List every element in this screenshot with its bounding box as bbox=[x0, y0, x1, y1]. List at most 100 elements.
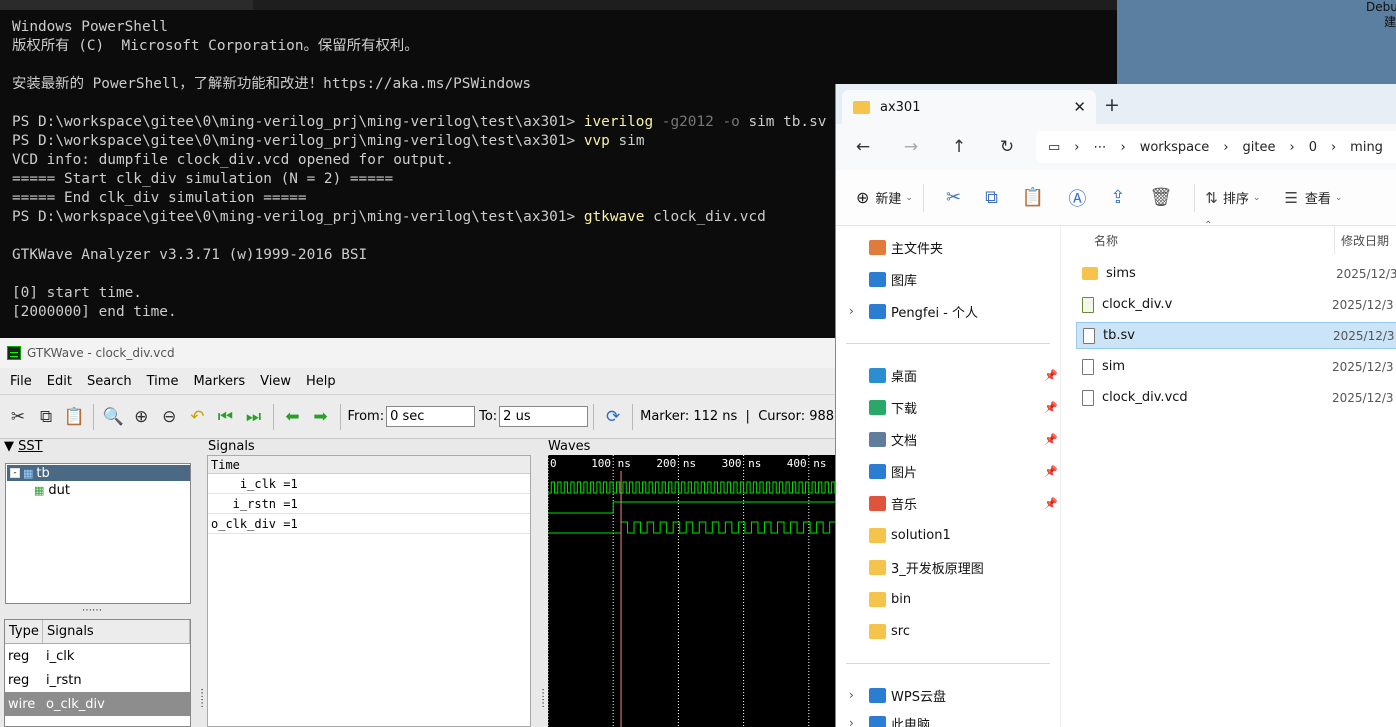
menu-item-markers[interactable]: Markers bbox=[193, 374, 245, 389]
console-prompt: PS D:\workspace\gitee\0\ming-verilog_prj… bbox=[12, 209, 584, 225]
sst-hierarchy-tree[interactable]: - ▦ tb ▦ dut bbox=[5, 463, 191, 604]
back-icon[interactable]: ← bbox=[846, 130, 880, 164]
file-row[interactable]: clock_div.v 2025/12/3 bbox=[1076, 291, 1396, 318]
computer-icon[interactable]: ▭ bbox=[1048, 140, 1060, 155]
menu-item-view[interactable]: View bbox=[260, 374, 291, 389]
signal-type: reg bbox=[8, 672, 30, 688]
to-time-input[interactable] bbox=[499, 406, 589, 427]
pin-icon[interactable]: 📌 bbox=[1044, 433, 1058, 446]
undo-zoom-icon[interactable]: ↶ bbox=[184, 403, 210, 431]
from-time-input[interactable] bbox=[386, 406, 476, 427]
zoom-to-end-icon[interactable]: ⏭ bbox=[240, 403, 266, 431]
chevron-right-icon[interactable]: › bbox=[849, 688, 854, 702]
navigation-pane[interactable]: 主文件夹 图库 › Pengfei - 个人 桌面 📌 下载 📌 文档 📌 图片 📌 音乐 📌 soluti… bbox=[836, 226, 1061, 727]
signal-value-row[interactable]: i_clk =1 bbox=[208, 474, 530, 494]
nav-item[interactable]: 主文件夹 bbox=[836, 231, 1061, 263]
new-button[interactable]: ⊕ 新建 ⌄ bbox=[856, 181, 913, 215]
column-header-type[interactable]: Type bbox=[5, 620, 43, 643]
sst-expander[interactable]: ▼ SST bbox=[4, 439, 43, 454]
cut-icon[interactable]: ✂ bbox=[5, 403, 31, 431]
nav-item[interactable]: 下载 📌 bbox=[836, 391, 1061, 423]
file-row[interactable]: clock_div.vcd 2025/12/3 bbox=[1076, 384, 1396, 411]
find-previous-edge-icon[interactable]: ⬅ bbox=[279, 403, 305, 431]
explorer-tab[interactable]: ax301 ✕ bbox=[842, 90, 1096, 124]
column-header-date[interactable]: 修改日期 bbox=[1341, 232, 1389, 249]
pane-resize-handle[interactable]: ⋯⋯ bbox=[537, 688, 548, 708]
copy-icon[interactable]: ⧉ bbox=[33, 403, 59, 431]
nav-item[interactable]: › Pengfei - 个人 bbox=[836, 295, 1061, 327]
zoom-in-icon[interactable]: ⊕ bbox=[128, 403, 154, 431]
up-icon[interactable]: ↑ bbox=[942, 130, 976, 164]
breadcrumb-item[interactable]: ming bbox=[1350, 140, 1383, 155]
tree-item-tb[interactable]: - ▦ tb bbox=[7, 465, 190, 481]
cut-icon[interactable]: ✂ bbox=[946, 181, 961, 215]
reload-icon[interactable]: ⟳ bbox=[600, 403, 626, 431]
nav-item[interactable]: 音乐 📌 bbox=[836, 487, 1061, 519]
nav-divider bbox=[846, 343, 1050, 344]
menu-item-file[interactable]: File bbox=[10, 374, 32, 389]
breadcrumb[interactable]: ▭ › ⋯ › workspace › gitee › 0 › ming bbox=[1036, 131, 1396, 163]
file-row[interactable]: sims 2025/12/3 bbox=[1076, 260, 1396, 287]
view-button[interactable]: ☰ 查看 ⌄ bbox=[1284, 181, 1342, 215]
nav-item[interactable]: bin bbox=[836, 583, 1061, 615]
breadcrumb-item[interactable]: workspace bbox=[1140, 140, 1210, 155]
tree-item-dut[interactable]: ▦ dut bbox=[34, 482, 70, 498]
nav-item[interactable]: solution1 bbox=[836, 519, 1061, 551]
waves-pane[interactable]: 0 100 ns 200 ns 300 ns 400 ns bbox=[548, 455, 836, 727]
zoom-out-icon[interactable]: ⊖ bbox=[156, 403, 182, 431]
column-header-name[interactable]: 名称 bbox=[1094, 232, 1118, 249]
nav-item[interactable]: 图库 bbox=[836, 263, 1061, 295]
menu-item-help[interactable]: Help bbox=[306, 374, 336, 389]
pane-resize-handle[interactable]: ⋯⋯ bbox=[196, 688, 207, 708]
zoom-fit-icon[interactable]: 🔍 bbox=[100, 403, 126, 431]
rename-icon[interactable]: Ⓐ bbox=[1068, 181, 1086, 215]
pin-icon[interactable]: 📌 bbox=[1044, 497, 1058, 510]
refresh-icon[interactable]: ↻ bbox=[990, 130, 1024, 164]
console-command: iverilog bbox=[583, 114, 654, 130]
column-header-signals[interactable]: Signals bbox=[43, 620, 190, 643]
signal-value-row[interactable]: o_clk_div =1 bbox=[208, 514, 530, 534]
sort-button[interactable]: ⇅ 排序 ⌄ bbox=[1205, 181, 1260, 215]
signals-pane[interactable]: Time i_clk =1 i_rstn =1 o_clk_div =1 bbox=[207, 455, 531, 727]
close-icon[interactable]: ✕ bbox=[1073, 98, 1086, 116]
chevron-right-icon[interactable]: › bbox=[849, 304, 854, 318]
chevron-right-icon[interactable]: › bbox=[849, 716, 854, 727]
nav-item[interactable]: 图片 📌 bbox=[836, 455, 1061, 487]
file-row[interactable]: sim 2025/12/3 bbox=[1076, 353, 1396, 380]
signal-row[interactable]: reg i_clk bbox=[5, 644, 190, 668]
type-signals-list[interactable]: Type Signals reg i_clk reg i_rstn wire o… bbox=[4, 619, 191, 727]
menu-item-search[interactable]: Search bbox=[87, 374, 132, 389]
share-icon[interactable]: ⇪ bbox=[1110, 181, 1125, 215]
signal-row[interactable]: reg i_rstn bbox=[5, 668, 190, 692]
nav-item[interactable]: 文档 📌 bbox=[836, 423, 1061, 455]
nav-item[interactable]: 3_开发板原理图 bbox=[836, 551, 1061, 583]
forward-icon[interactable]: → bbox=[894, 130, 928, 164]
paste-icon[interactable]: 📋 bbox=[61, 403, 87, 431]
pin-icon[interactable]: 📌 bbox=[1044, 369, 1058, 382]
file-row-selected[interactable]: tb.sv 2025/12/3 bbox=[1076, 322, 1396, 349]
menu-item-time[interactable]: Time bbox=[147, 374, 179, 389]
pane-resize-handle[interactable]: ⋯⋯ bbox=[82, 605, 102, 616]
collapse-icon[interactable]: - bbox=[10, 468, 20, 478]
nav-item[interactable]: src bbox=[836, 615, 1061, 647]
menu-item-edit[interactable]: Edit bbox=[47, 374, 72, 389]
find-next-edge-icon[interactable]: ➡ bbox=[308, 403, 334, 431]
paste-icon[interactable]: 📋 bbox=[1022, 181, 1044, 215]
delete-icon[interactable]: 🗑 bbox=[1149, 181, 1172, 215]
signal-row-selected[interactable]: wire o_clk_div bbox=[5, 692, 190, 716]
gtkwave-titlebar[interactable]: GTKWave - clock_div.vcd bbox=[0, 338, 836, 368]
signal-value-row[interactable]: i_rstn =1 bbox=[208, 494, 530, 514]
nav-item[interactable]: 桌面 📌 bbox=[836, 359, 1061, 391]
file-list[interactable]: ⌃ 名称 修改日期 sims 2025/12/3 clock_div.v 2025/1… bbox=[1062, 220, 1396, 727]
powershell-tab[interactable] bbox=[0, 0, 253, 10]
zoom-to-start-icon[interactable]: ⏮ bbox=[212, 403, 238, 431]
pin-icon[interactable]: 📌 bbox=[1044, 401, 1058, 414]
breadcrumb-item[interactable]: 0 bbox=[1309, 140, 1317, 155]
new-tab-icon[interactable]: + bbox=[1100, 94, 1124, 116]
waveform-canvas[interactable]: 0 100 ns 200 ns 300 ns 400 ns bbox=[548, 455, 836, 727]
pin-icon[interactable]: 📌 bbox=[1044, 465, 1058, 478]
copy-icon[interactable]: ⧉ bbox=[985, 181, 998, 215]
more-icon[interactable]: ⋯ bbox=[1094, 140, 1107, 155]
nav-item[interactable]: › 此电脑 bbox=[836, 707, 1061, 727]
breadcrumb-item[interactable]: gitee bbox=[1243, 140, 1276, 155]
